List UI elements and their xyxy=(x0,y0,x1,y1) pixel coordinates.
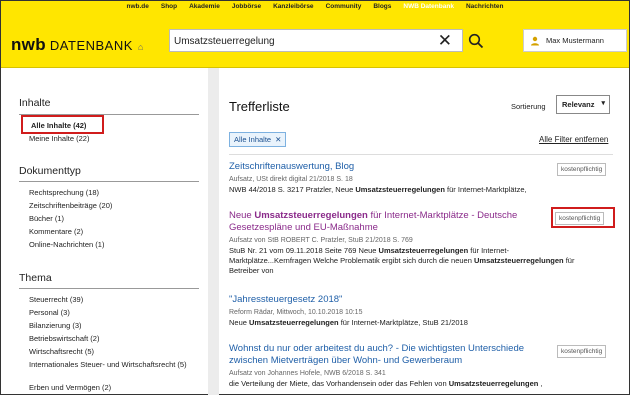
paid-badge: kostenpflichtig xyxy=(557,345,607,358)
result-meta: Aufsatz von StB ROBERT C. Pratzler, StuB… xyxy=(229,237,413,244)
logo-brand: nwb xyxy=(11,35,46,54)
result-title[interactable]: "Jahressteuergesetz 2018" xyxy=(229,294,621,306)
topnav-nwb-de[interactable]: nwb.de xyxy=(120,1,154,13)
divider xyxy=(19,181,199,182)
result-snippet: die Verteilung der Miete, das Vorhandens… xyxy=(229,379,543,388)
result-snippet: StuB Nr. 21 vom 09.11.2018 Seite 769 Neu… xyxy=(229,246,510,255)
sidebar-item-wirtschaftsrecht[interactable]: Wirtschaftsrecht (5) xyxy=(29,347,94,356)
results-panel: Trefferliste Sortierung Relevanz ▾ Alle … xyxy=(219,68,629,395)
sidebar-heading-dokumenttyp: Dokumenttyp xyxy=(19,165,81,177)
header: nwb DATENBANK ⌂ ✕ Max Mustermann xyxy=(1,13,629,68)
paid-badge: kostenpflichtig xyxy=(557,163,607,176)
sidebar-item-erben-vermoegen[interactable]: Erben und Vermögen (2) xyxy=(29,383,111,392)
topnav-kanzleiboerse[interactable]: Kanzleibörse xyxy=(267,1,319,13)
search-icon xyxy=(468,33,483,48)
topnav-nachrichten[interactable]: Nachrichten xyxy=(460,1,510,13)
sidebar-heading-thema: Thema xyxy=(19,272,52,284)
sort-label: Sortierung xyxy=(511,102,546,111)
user-menu[interactable]: Max Mustermann xyxy=(523,29,627,52)
close-icon[interactable]: ✕ xyxy=(438,31,452,51)
sidebar-item-zeitschriftenbeitraege[interactable]: Zeitschriftenbeiträge (20) xyxy=(29,201,112,210)
sidebar-item-steuerrecht[interactable]: Steuerrecht (39) xyxy=(29,295,83,304)
sidebar-item-buecher[interactable]: Bücher (1) xyxy=(29,214,64,223)
top-navigation: nwb.de Shop Akademie Jobbörse Kanzleibör… xyxy=(1,1,629,13)
user-icon xyxy=(524,36,546,46)
search-input[interactable] xyxy=(174,32,434,50)
topnav-jobboerse[interactable]: Jobbörse xyxy=(226,1,267,13)
result-snippet: NWB 44/2018 S. 3217 Pratzler, Neue Umsat… xyxy=(229,185,527,194)
divider xyxy=(19,288,199,289)
filter-chip-label: Alle Inhalte xyxy=(234,135,272,144)
page-title: Trefferliste xyxy=(229,99,290,114)
result-meta: Aufsatz von Johannes Hofele, NWB 6/2018 … xyxy=(229,370,386,377)
sidebar-item-betriebswirtschaft[interactable]: Betriebswirtschaft (2) xyxy=(29,334,99,343)
user-name: Max Mustermann xyxy=(546,36,604,45)
sidebar: Inhalte Alle Inhalte (42) Meine Inhalte … xyxy=(1,81,206,394)
result-snippet: Betreiber von xyxy=(229,266,274,275)
sidebar-item-bilanzierung[interactable]: Bilanzierung (3) xyxy=(29,321,82,330)
sidebar-item-personal[interactable]: Personal (3) xyxy=(29,308,70,317)
result-meta: Reform Rädar, Mittwoch, 10.10.2018 10:15 xyxy=(229,309,363,316)
column-divider xyxy=(208,68,219,395)
sidebar-item-online-nachrichten[interactable]: Online-Nachrichten (1) xyxy=(29,240,104,249)
topnav-blogs[interactable]: Blogs xyxy=(367,1,397,13)
logo[interactable]: nwb DATENBANK ⌂ xyxy=(11,35,143,55)
highlight-box xyxy=(21,115,104,134)
search-box: ✕ xyxy=(169,29,463,52)
home-icon[interactable]: ⌂ xyxy=(138,42,143,52)
filter-chip[interactable]: Alle Inhalte ✕ xyxy=(229,132,287,147)
sidebar-item-kommentare[interactable]: Kommentare (2) xyxy=(29,227,83,236)
close-icon[interactable]: ✕ xyxy=(275,135,281,144)
divider xyxy=(229,154,613,155)
remove-all-filters-link[interactable]: Alle Filter entfernen xyxy=(539,135,608,144)
logo-product: DATENBANK xyxy=(49,38,133,53)
result-title[interactable]: Wohnst du nur oder arbeitest du auch? - … xyxy=(229,343,529,367)
chevron-down-icon: ▾ xyxy=(601,100,605,107)
result-item: "Jahressteuergesetz 2018" Reform Rädar, … xyxy=(229,294,621,328)
result-snippet: Neue Umsatzsteuerregelungen für Internet… xyxy=(229,318,468,327)
sidebar-item-rechtsprechung[interactable]: Rechtsprechung (18) xyxy=(29,188,99,197)
highlight-box xyxy=(551,207,615,228)
topnav-community[interactable]: Community xyxy=(320,1,368,13)
sidebar-heading-inhalte: Inhalte xyxy=(19,97,51,109)
result-title[interactable]: Neue Umsatzsteuerregelungen für Internet… xyxy=(229,210,529,234)
sidebar-item-meine-inhalte[interactable]: Meine Inhalte (22) xyxy=(29,134,89,143)
sort-select[interactable]: Relevanz ▾ xyxy=(556,95,610,114)
result-meta: Aufsatz, USt direkt digital 21/2018 S. 1… xyxy=(229,176,353,183)
search-button[interactable] xyxy=(463,29,488,52)
sort-value: Relevanz xyxy=(562,100,595,109)
topnav-nwb-datenbank[interactable]: NWB Datenbank xyxy=(397,1,460,13)
result-snippet: Marktplätze...Kernfragen Welche Problema… xyxy=(229,256,575,265)
sidebar-item-internationales-recht[interactable]: Internationales Steuer- und Wirtschaftsr… xyxy=(29,360,187,369)
topnav-shop[interactable]: Shop xyxy=(155,1,183,13)
topnav-akademie[interactable]: Akademie xyxy=(183,1,226,13)
